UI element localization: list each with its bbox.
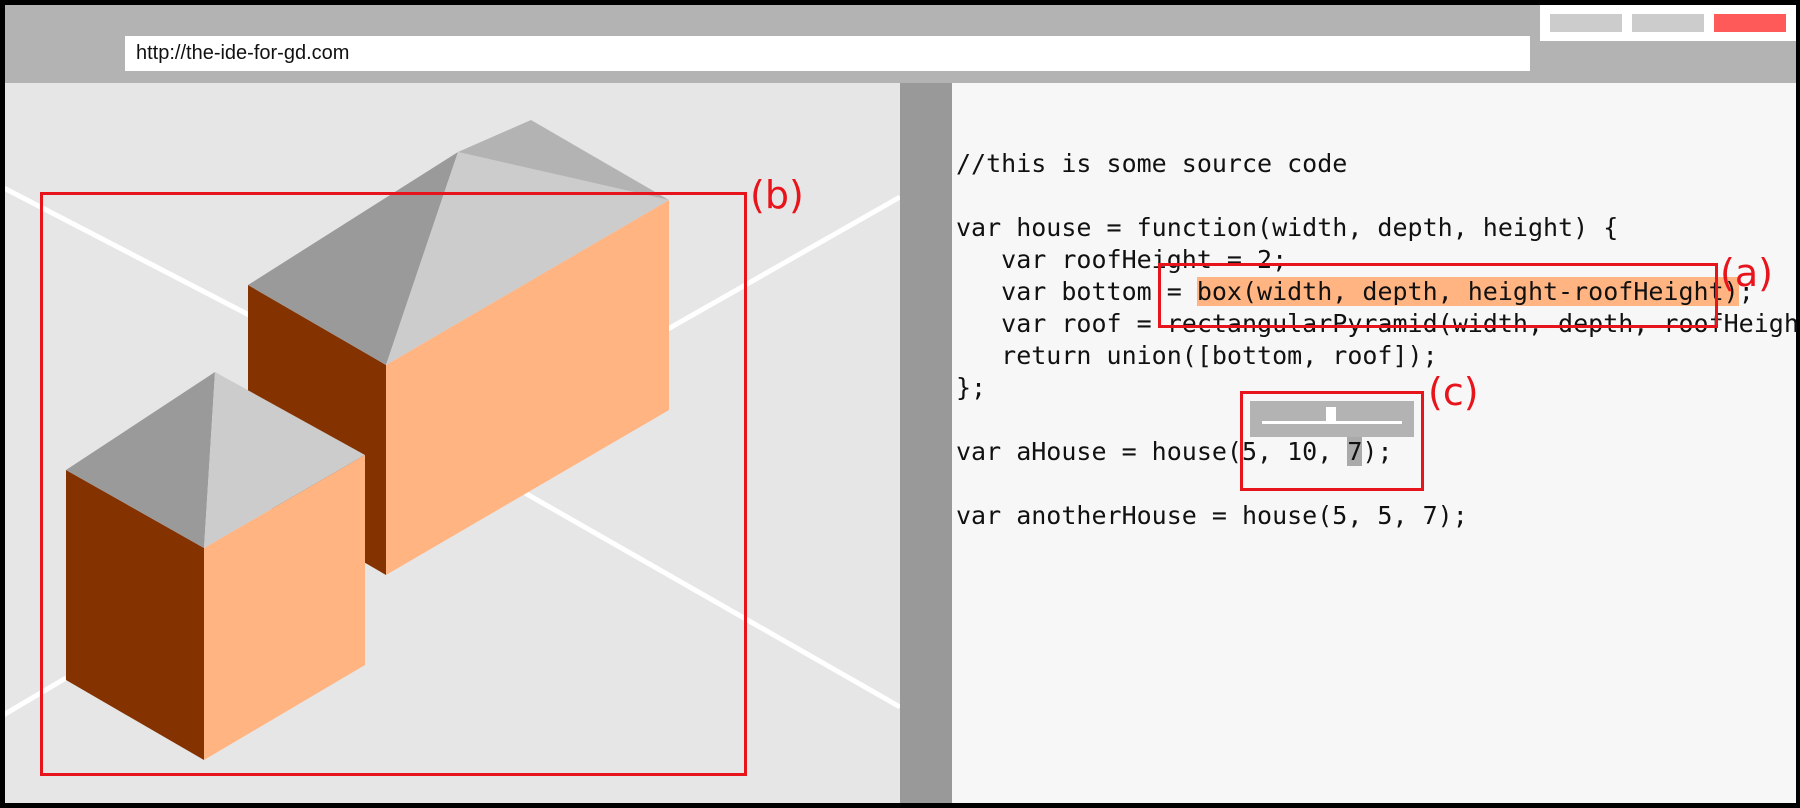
code-line: }; — [956, 373, 987, 402]
code-line: return union([bottom, roof]); — [956, 341, 1438, 370]
app-window: http://the-ide-for-gd.com //this is some… — [0, 0, 1800, 808]
annotation-label-c: (c) — [1428, 370, 1479, 414]
code-line: var house = function(width, depth, heigh… — [956, 213, 1619, 242]
annotation-label-a: (a) — [1720, 251, 1773, 295]
code-line: //this is some source code — [956, 149, 1348, 178]
annotation-box-c — [1240, 391, 1424, 491]
annotation-label-b: (b) — [750, 173, 804, 217]
pane-divider[interactable] — [900, 83, 952, 803]
annotation-box-a — [1158, 263, 1718, 328]
annotation-box-b — [40, 192, 747, 776]
code-line: var anotherHouse = house(5, 5, 7); — [956, 501, 1468, 530]
